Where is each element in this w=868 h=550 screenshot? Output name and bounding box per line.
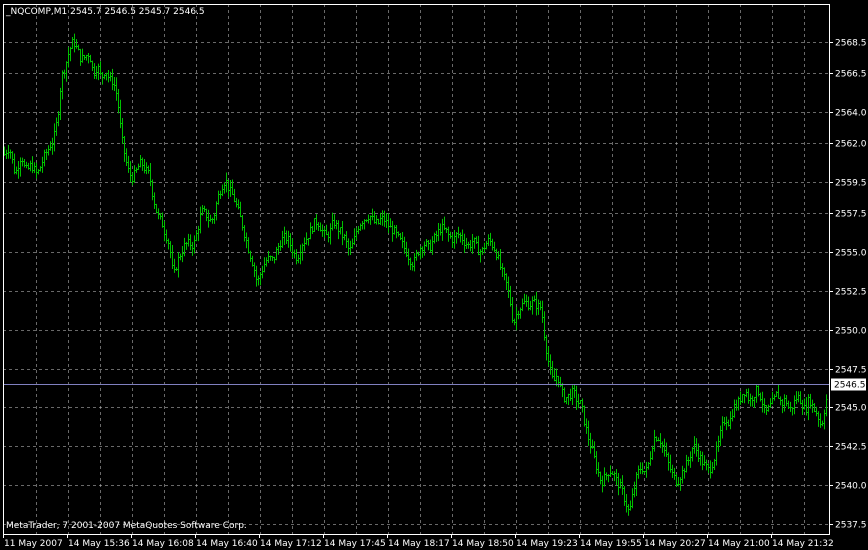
x-tick-label: 14 May 15:36 — [68, 539, 130, 549]
symbol-header: _NQCOMP,M1 2545.7 2546.5 2545.7 2546.5 — [5, 7, 205, 17]
x-tick-label: 14 May 20:27 — [644, 539, 706, 549]
x-tick-label: 11 May 2007 — [4, 539, 63, 549]
chart-background — [0, 0, 868, 550]
copyright-label: MetaTrader, 7 2001-2007 MetaQuotes Softw… — [6, 521, 247, 531]
x-tick-label: 14 May 19:55 — [580, 539, 642, 549]
x-tick-label: 14 May 18:17 — [388, 539, 450, 549]
y-tick-label: 2540.0 — [835, 482, 867, 492]
y-tick-label: 2550.0 — [835, 327, 867, 337]
price-chart[interactable]: 2568.5 2566.5 2564.0 2562.0 2559.5 2557.5 2555… — [0, 0, 868, 550]
y-tick-label: 2555.0 — [835, 249, 867, 259]
x-tick-label: 14 May 19:23 — [516, 539, 578, 549]
y-tick-label: 2562.0 — [835, 140, 867, 150]
y-tick-label: 2568.5 — [835, 39, 867, 49]
x-tick-label: 14 May 21:00 — [708, 539, 770, 549]
x-tick-label: 14 May 17:12 — [260, 539, 322, 549]
x-tick-label: 14 May 16:08 — [132, 539, 194, 549]
y-tick-label: 2542.5 — [835, 443, 867, 453]
x-tick-label: 14 May 18:50 — [452, 539, 514, 549]
x-tick-label: 14 May 16:40 — [196, 539, 258, 549]
y-tick-label: 2547.5 — [835, 366, 867, 376]
y-tick-label: 2564.0 — [835, 109, 867, 119]
y-tick-label: 2566.5 — [835, 70, 867, 80]
current-price-label: 2546.5 — [834, 381, 866, 391]
x-tick-label: 14 May 17:45 — [324, 539, 386, 549]
y-tick-label: 2559.5 — [835, 179, 867, 189]
y-tick-label: 2557.5 — [835, 210, 867, 220]
y-tick-label: 2545.0 — [835, 404, 867, 414]
y-tick-label: 2537.5 — [835, 521, 867, 531]
x-tick-label: 14 May 21:32 — [772, 539, 834, 549]
y-tick-label: 2552.5 — [835, 288, 867, 298]
